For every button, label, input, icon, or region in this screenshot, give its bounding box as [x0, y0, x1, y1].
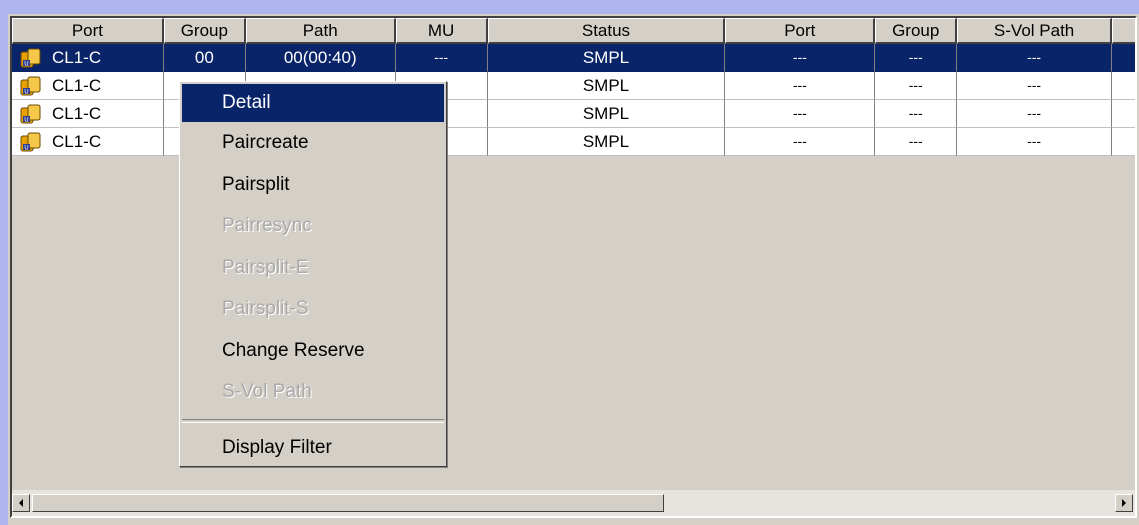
port-label: CL1-C	[52, 132, 102, 151]
svg-text:U: U	[24, 60, 28, 67]
column-header-group[interactable]: Group	[163, 18, 246, 44]
scroll-thumb[interactable]	[32, 494, 664, 512]
cell-group2: ---	[875, 44, 958, 72]
arrow-right-icon	[1122, 499, 1126, 507]
cell-port2: ---	[725, 72, 876, 100]
cell-path: 00(00:40)	[245, 44, 396, 72]
volume-pair-icon: U	[20, 103, 42, 125]
column-header-status[interactable]: Status	[487, 18, 726, 44]
cell-status: SMPL	[487, 44, 726, 72]
menu-item-pairsplit-e: Pairsplit-E	[222, 256, 309, 278]
column-header-mu[interactable]: MU	[395, 18, 488, 44]
cell-filler	[1112, 100, 1135, 128]
column-header-port2[interactable]: Port	[725, 18, 876, 44]
volume-pair-icon: U	[20, 47, 42, 69]
cell-status: SMPL	[487, 72, 726, 100]
svg-text:U: U	[24, 116, 28, 123]
scroll-left-button[interactable]	[12, 494, 30, 512]
cell-filler	[1112, 128, 1135, 156]
menu-item-pairsplit-s: Pairsplit-S	[222, 298, 309, 319]
menu-separator	[182, 418, 444, 423]
column-header-svol[interactable]: S-Vol Path	[957, 18, 1113, 44]
scroll-right-button[interactable]	[1115, 494, 1133, 512]
pair-table-panel: Port Group Path MU Status Port Group S-Vol Path…	[8, 14, 1139, 525]
column-header-filler	[1112, 18, 1135, 44]
cell-port: U CL1-C	[12, 72, 164, 100]
cell-status: SMPL	[487, 128, 726, 156]
cell-mu: ---	[395, 44, 488, 72]
cell-group: 00	[163, 44, 246, 72]
cell-port: U CL1-C	[12, 44, 164, 72]
cell-port2: ---	[725, 128, 876, 156]
cell-status: SMPL	[487, 100, 726, 128]
menu-item-detail[interactable]: Detail	[182, 84, 444, 122]
context-menu-items: Detail Paircreate Pairsplit Pairresync Pairs…	[182, 84, 444, 413]
cell-filler	[1112, 72, 1135, 100]
cell-group2: ---	[875, 72, 958, 100]
column-header-path[interactable]: Path	[245, 18, 396, 44]
menu-item-s-vol-path: S-Vol Path	[222, 381, 312, 402]
cell-group2: ---	[875, 128, 958, 156]
menu-item-change-reserve[interactable]: Change Reserve	[182, 330, 444, 372]
cell-port: U CL1-C	[12, 100, 164, 128]
cell-port: U CL1-C	[12, 128, 164, 156]
cell-port2: ---	[725, 100, 876, 128]
cell-svol: ---	[957, 72, 1113, 100]
svg-text:U: U	[24, 144, 28, 151]
context-menu: Detail Paircreate Pairsplit Pairresync Pairs…	[179, 81, 447, 467]
volume-pair-icon: U	[20, 131, 42, 153]
arrow-left-icon	[19, 499, 23, 507]
menu-item-pairresync: Pairresync	[222, 215, 312, 236]
menu-item-pairsplit[interactable]: Pairsplit	[182, 164, 444, 206]
port-label: CL1-C	[52, 104, 102, 123]
volume-pair-icon: U	[20, 75, 42, 97]
cell-filler	[1112, 44, 1135, 72]
cell-port2: ---	[725, 44, 876, 72]
svg-text:U: U	[24, 88, 28, 95]
table-header: Port Group Path MU Status Port Group S-Vol Path	[12, 18, 1135, 44]
menu-item-display-filter[interactable]: Display Filter	[182, 427, 444, 469]
horizontal-scrollbar[interactable]	[12, 490, 1135, 516]
cell-group2: ---	[875, 100, 958, 128]
column-header-group2[interactable]: Group	[875, 18, 958, 44]
column-header-port[interactable]: Port	[12, 18, 164, 44]
cell-svol: ---	[957, 44, 1113, 72]
cell-svol: ---	[957, 100, 1113, 128]
port-label: CL1-C	[52, 48, 102, 67]
menu-item-paircreate[interactable]: Paircreate	[182, 122, 444, 164]
table-row[interactable]: U CL1-C 00 00(00:40) --- SMPL --- --- ---	[12, 44, 1135, 72]
cell-svol: ---	[957, 128, 1113, 156]
port-label: CL1-C	[52, 76, 102, 95]
